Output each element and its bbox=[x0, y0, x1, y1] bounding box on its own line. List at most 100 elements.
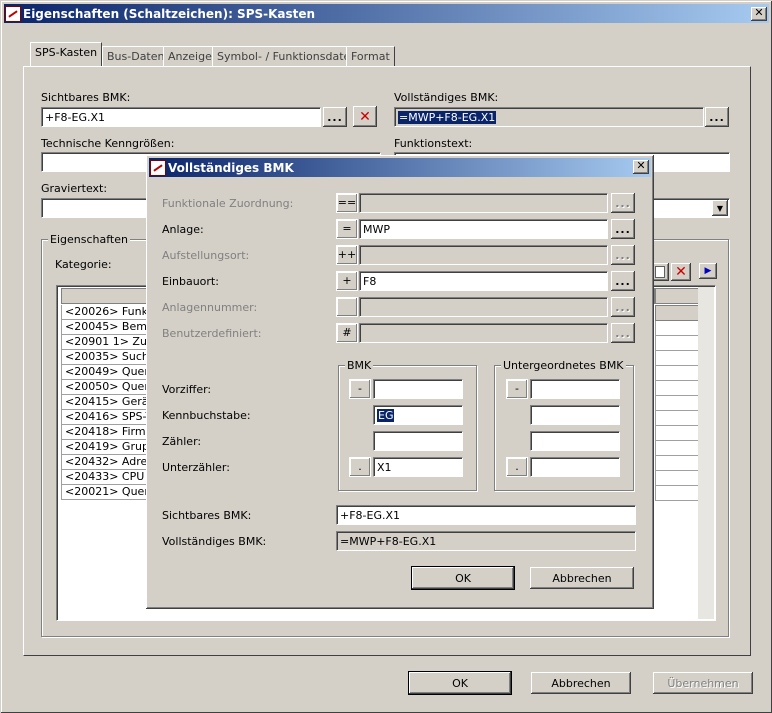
table-row[interactable]: <20419> Gruppe bbox=[61, 440, 151, 455]
vollstaendiges-bmk-value: =MWP+F8-EG.X1 bbox=[398, 111, 497, 124]
delete-button[interactable]: ✕ bbox=[353, 106, 377, 127]
table-row[interactable]: <20050> Querve bbox=[61, 380, 151, 395]
table-row[interactable]: <20416> SPS-Ty bbox=[61, 410, 151, 425]
table-row[interactable]: <20045> Bemerk bbox=[61, 320, 151, 335]
dialog-row-browse-button[interactable]: ... bbox=[611, 297, 635, 317]
properties-table-header-value bbox=[655, 288, 699, 304]
main-cancel-button[interactable]: Abbrechen bbox=[531, 672, 631, 694]
table-row[interactable]: <20035> Suchric bbox=[61, 350, 151, 365]
kennbuchstabe-value: EG bbox=[377, 409, 395, 422]
sub-vorziffer-prefix: - bbox=[506, 379, 528, 399]
dialog-row-prefix: ++ bbox=[336, 245, 358, 265]
dialog-close-button[interactable]: ✕ bbox=[633, 160, 649, 174]
dialog-row-browse-button[interactable]: ... bbox=[611, 323, 635, 343]
dialog-row-input[interactable] bbox=[359, 193, 608, 213]
table-row[interactable]: <20418> Firmwa bbox=[61, 425, 151, 440]
tab-anzeige[interactable]: Anzeige bbox=[163, 46, 217, 66]
dialog-cancel-button[interactable]: Abbrechen bbox=[530, 567, 634, 589]
table-row[interactable]: <20026> Funktio bbox=[61, 305, 151, 320]
dialog-row-input[interactable]: F8 bbox=[359, 271, 608, 291]
sichtbares-bmk-browse-button[interactable]: ... bbox=[323, 107, 347, 127]
delete-icon: ✕ bbox=[359, 108, 371, 125]
dialog-row-prefix bbox=[336, 297, 358, 317]
dialog-row-prefix: + bbox=[336, 271, 358, 291]
untergeordnetes-bmk-group-title: Untergeordnetes BMK bbox=[501, 359, 626, 372]
kennbuchstabe-input[interactable]: EG bbox=[373, 405, 463, 425]
vorziffer-input[interactable] bbox=[373, 379, 463, 399]
tab-format[interactable]: Format bbox=[346, 46, 395, 66]
sichtbares-bmk-label: Sichtbares BMK: bbox=[41, 91, 131, 104]
tab-symbol-funktionsdaten[interactable]: Symbol- / Funktionsdaten bbox=[212, 46, 363, 66]
sub-unterzaehler-prefix: . bbox=[506, 457, 528, 477]
kennbuchstabe-label: Kennbuchstabe: bbox=[162, 409, 251, 422]
dialog-row-input[interactable] bbox=[359, 323, 608, 343]
main-window-title: Eigenschaften (Schaltzeichen): SPS-Kaste… bbox=[23, 6, 316, 21]
dialog-row-browse-button[interactable]: ... bbox=[611, 219, 635, 239]
dialog-row-input[interactable]: MWP bbox=[359, 219, 608, 239]
technische-kenngroessen-label: Technische Kenngrößen: bbox=[41, 137, 175, 150]
vollstaendiges-bmk-field[interactable]: =MWP+F8-EG.X1 bbox=[394, 107, 704, 127]
dialog-sichtbares-bmk-label: Sichtbares BMK: bbox=[162, 509, 252, 522]
properties-value-column bbox=[655, 321, 699, 501]
dialog-title: Vollständiges BMK bbox=[168, 160, 294, 175]
delete-property-button[interactable]: ✕ bbox=[671, 263, 691, 281]
dialog-row-label: Einbauort: bbox=[162, 275, 219, 288]
table-row[interactable]: <20021> Querve bbox=[61, 485, 151, 500]
sub-kennbuchstabe-input[interactable] bbox=[530, 405, 620, 425]
vorziffer-label: Vorziffer: bbox=[162, 383, 212, 396]
vollstaendiges-bmk-browse-button[interactable]: ... bbox=[705, 107, 729, 127]
dialog-vollstaendiges-bmk-label: Vollständiges BMK: bbox=[162, 535, 267, 548]
zaehler-input[interactable] bbox=[373, 431, 463, 451]
new-document-icon bbox=[655, 266, 665, 278]
kategorie-label: Kategorie: bbox=[55, 258, 112, 271]
vollstaendiges-bmk-label: Vollständiges BMK: bbox=[394, 91, 499, 104]
dialog-row-browse-button[interactable]: ... bbox=[611, 245, 635, 265]
dialog-titlebar: Vollständiges BMK bbox=[149, 158, 651, 177]
funktionstext-label: Funktionstext: bbox=[394, 137, 473, 150]
chevron-down-icon: ▼ bbox=[716, 203, 724, 213]
play-arrow-icon: ▶ bbox=[704, 266, 712, 276]
table-row[interactable]: <20433> CPU bbox=[61, 470, 151, 485]
graviertext-label: Graviertext: bbox=[41, 182, 108, 195]
sub-unterzaehler-input[interactable] bbox=[530, 457, 620, 477]
bmk-group-title: BMK bbox=[345, 359, 374, 372]
dialog-row-label: Benutzerdefiniert: bbox=[162, 327, 262, 340]
sub-zaehler-input[interactable] bbox=[530, 431, 620, 451]
dialog-ok-button[interactable]: OK bbox=[411, 566, 515, 590]
main-close-button[interactable]: ✕ bbox=[751, 7, 767, 21]
vorziffer-prefix: - bbox=[349, 379, 371, 399]
sub-vorziffer-input[interactable] bbox=[530, 379, 620, 399]
eigenschaften-group-title: Eigenschaften bbox=[48, 233, 130, 246]
app-icon bbox=[5, 5, 21, 22]
dialog-vollstaendiges-bmk-field[interactable]: =MWP+F8-EG.X1 bbox=[336, 531, 636, 551]
dialog-row-input[interactable] bbox=[359, 297, 608, 317]
dialog-row-prefix: == bbox=[336, 193, 358, 213]
apply-button[interactable]: Übernehmen bbox=[653, 672, 753, 694]
dialog-row-browse-button[interactable]: ... bbox=[611, 193, 635, 213]
table-row[interactable]: <20901 1> Zusat bbox=[61, 335, 151, 350]
dialog-row-label: Aufstellungsort: bbox=[162, 249, 250, 262]
table-row[interactable]: <20432> Adressl bbox=[61, 455, 151, 470]
sichtbares-bmk-input[interactable]: +F8-EG.X1 bbox=[41, 107, 321, 127]
dialog-row-input[interactable] bbox=[359, 245, 608, 265]
graviertext-dropdown-button[interactable]: ▼ bbox=[712, 200, 728, 216]
unterzaehler-input[interactable]: X1 bbox=[373, 457, 463, 477]
tab-sps-kasten[interactable]: SPS-Kasten bbox=[30, 42, 103, 66]
main-ok-button[interactable]: OK bbox=[408, 671, 512, 695]
unterzaehler-label: Unterzähler: bbox=[162, 461, 230, 474]
dialog-sichtbares-bmk-input[interactable]: +F8-EG.X1 bbox=[336, 505, 636, 525]
unterzaehler-prefix: . bbox=[349, 457, 371, 477]
move-next-button[interactable]: ▶ bbox=[699, 263, 717, 279]
delete-icon: ✕ bbox=[675, 264, 687, 280]
dialog-row-label: Funktionale Zuordnung: bbox=[162, 197, 294, 210]
bmk-dialog: Vollständiges BMK ✕ Funktionale Zuordnun… bbox=[146, 155, 654, 609]
table-scrollbar[interactable] bbox=[698, 287, 714, 619]
table-row[interactable]: <20049> Querve bbox=[61, 365, 151, 380]
table-row[interactable]: <20415> Geräte- bbox=[61, 395, 151, 410]
app-icon bbox=[150, 159, 166, 176]
dialog-row-prefix: # bbox=[336, 323, 358, 343]
dialog-row-browse-button[interactable]: ... bbox=[611, 271, 635, 291]
tab-bus-daten[interactable]: Bus-Daten bbox=[102, 46, 170, 66]
main-titlebar: Eigenschaften (Schaltzeichen): SPS-Kaste… bbox=[4, 4, 769, 23]
dialog-row-prefix: = bbox=[336, 219, 358, 239]
